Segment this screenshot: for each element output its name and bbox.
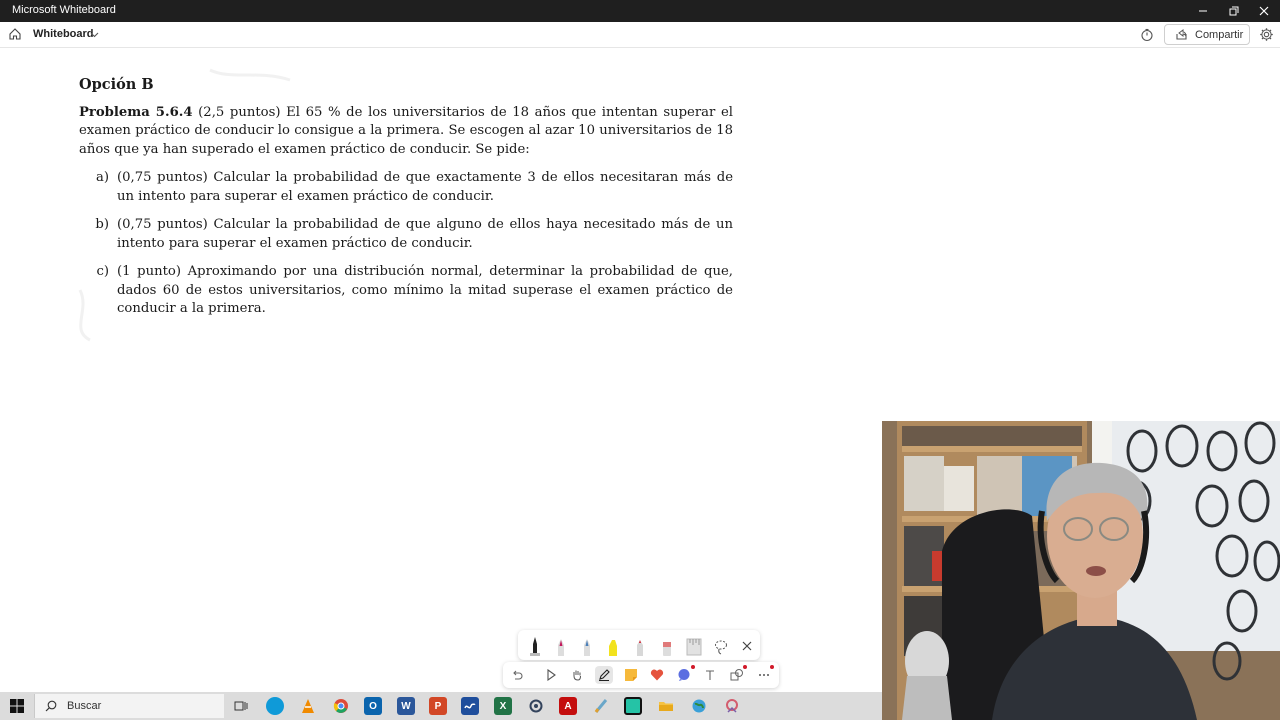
comment-icon <box>678 669 690 681</box>
active-app-icon[interactable] <box>624 697 642 715</box>
text-icon <box>706 670 714 680</box>
notification-dot <box>691 665 695 669</box>
globe-glyph <box>692 699 706 713</box>
minimize-button[interactable] <box>1187 0 1219 22</box>
share-label: Compartir <box>1195 28 1244 41</box>
problem-title: Problema 5.6.4 <box>79 104 193 120</box>
close-button[interactable] <box>1248 0 1280 22</box>
title-bar: Microsoft Whiteboard <box>0 0 1280 22</box>
item-label: b) <box>95 217 109 232</box>
close-icon <box>1259 6 1269 16</box>
problem-document: Opción B Problema 5.6.4 (2,5 puntos) El … <box>79 76 733 319</box>
restore-icon <box>1229 6 1239 16</box>
more-icon <box>759 674 769 676</box>
edge-icon[interactable] <box>266 697 284 715</box>
shapes-icon <box>730 669 743 681</box>
pencil-icon[interactable] <box>635 636 645 656</box>
taskbar-search[interactable]: Buscar <box>34 694 224 718</box>
list-item: c) (1 punto) Aproximando por una distrib… <box>79 263 733 319</box>
comment-button[interactable] <box>675 666 693 684</box>
restore-button[interactable] <box>1218 0 1250 22</box>
problem-statement: Problema 5.6.4 (2,5 puntos) El 65 % de l… <box>79 104 733 160</box>
home-icon[interactable] <box>8 27 22 41</box>
gear-app-glyph <box>529 699 543 713</box>
outlook-icon[interactable]: O <box>364 697 382 715</box>
capture-glyph <box>726 699 738 713</box>
chevron-down-icon[interactable] <box>90 30 99 39</box>
whiteboard-glyph <box>464 703 476 709</box>
item-label: a) <box>95 170 109 185</box>
undo-button[interactable] <box>508 666 526 684</box>
item-text: (0,75 puntos) Calcular la probabilidad d… <box>117 170 733 204</box>
gear-icon[interactable] <box>1259 27 1274 42</box>
app-bar: Whiteboard Compartir <box>0 22 1280 48</box>
item-label: c) <box>96 264 109 279</box>
vlc-icon[interactable] <box>299 697 317 715</box>
task-view-glyph <box>234 701 248 711</box>
list-item: b) (0,75 puntos) Calcular la probabilida… <box>79 216 733 253</box>
capture-tool-icon[interactable] <box>723 697 741 715</box>
paint-glyph <box>594 699 608 713</box>
black-pen-icon[interactable] <box>530 636 540 656</box>
close-icon[interactable] <box>741 636 753 656</box>
text-button[interactable] <box>701 666 719 684</box>
window-title: Microsoft Whiteboard <box>12 4 116 16</box>
list-item: a) (0,75 puntos) Calcular la probabilida… <box>79 169 733 206</box>
chrome-glyph <box>333 699 348 713</box>
search-icon <box>45 700 57 712</box>
paint-icon[interactable] <box>592 697 610 715</box>
file-explorer-icon[interactable] <box>657 697 675 715</box>
section-title: Opción B <box>79 76 154 93</box>
acrobat-icon[interactable]: A <box>559 697 577 715</box>
pen-icon <box>599 669 610 681</box>
lasso-icon[interactable] <box>714 636 728 656</box>
globe-icon[interactable] <box>690 697 708 715</box>
inking-button[interactable] <box>595 666 613 684</box>
search-placeholder: Buscar <box>67 700 102 712</box>
highlighter-icon[interactable] <box>608 636 618 656</box>
board-name[interactable]: Whiteboard <box>33 28 94 40</box>
folder-glyph <box>659 702 673 711</box>
task-view-icon[interactable] <box>232 697 250 715</box>
taskbar: Buscar O W P X A <box>0 692 882 720</box>
pointer-icon <box>547 669 556 681</box>
magenta-pen-icon[interactable] <box>556 636 566 656</box>
eraser-icon[interactable] <box>662 636 672 656</box>
excel-icon[interactable]: X <box>494 697 512 715</box>
creation-toolbar <box>503 662 779 688</box>
chrome-icon[interactable] <box>332 697 350 715</box>
webcam-image <box>882 421 1280 720</box>
powerpoint-icon[interactable]: P <box>429 697 447 715</box>
webcam-video <box>882 421 1280 720</box>
timer-icon[interactable] <box>1140 28 1154 42</box>
whiteboard-taskbar-icon[interactable] <box>461 697 479 715</box>
sticky-note-button[interactable] <box>622 666 640 684</box>
gear-app-icon[interactable] <box>527 697 545 715</box>
undo-icon <box>513 670 523 680</box>
select-button[interactable] <box>542 666 560 684</box>
windows-start-icon[interactable] <box>10 699 24 713</box>
ruler-icon[interactable] <box>686 636 702 656</box>
minimize-icon <box>1199 10 1207 12</box>
item-text: (1 punto) Aproximando por una distribuci… <box>117 264 733 316</box>
hand-icon <box>573 670 581 681</box>
blue-pen-icon[interactable] <box>582 636 592 656</box>
notification-dot <box>743 665 747 669</box>
word-icon[interactable]: W <box>397 697 415 715</box>
pan-button[interactable] <box>568 666 586 684</box>
vlc-glyph <box>302 699 314 713</box>
reactions-button[interactable] <box>648 666 666 684</box>
sticky-note-icon <box>625 669 637 681</box>
item-text: (0,75 puntos) Calcular la probabilidad d… <box>117 217 733 251</box>
share-button[interactable]: Compartir <box>1164 24 1250 45</box>
heart-icon <box>650 669 664 681</box>
pen-tray <box>518 630 760 660</box>
share-icon <box>1176 29 1187 40</box>
notification-dot <box>770 665 774 669</box>
